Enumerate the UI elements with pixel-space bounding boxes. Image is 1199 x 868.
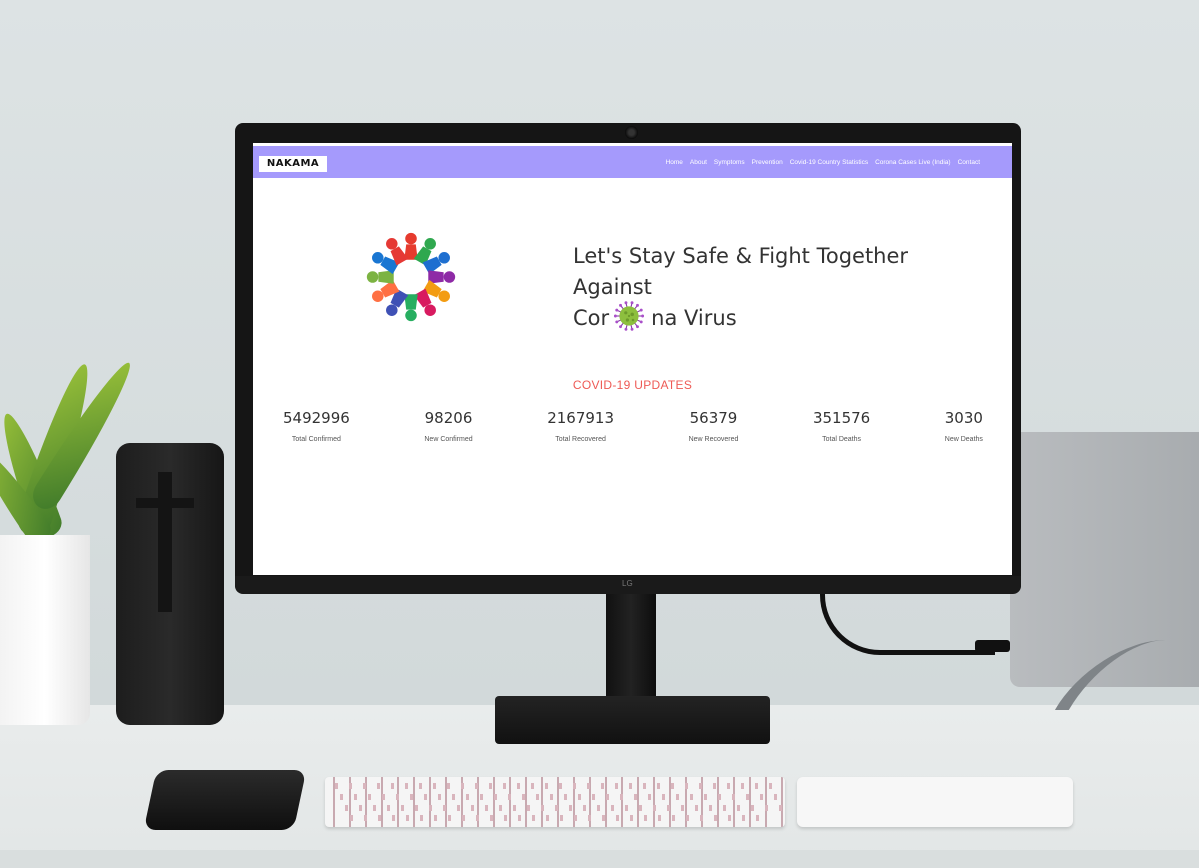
nav-link-prevention[interactable]: Prevention [752, 159, 783, 166]
keyboard-keys [345, 805, 785, 811]
nav-link-corona-cases-india[interactable]: Corona Cases Live (India) [875, 159, 951, 166]
stat-new-confirmed: 98206 New Confirmed [424, 409, 472, 443]
virus-spike-tip [615, 320, 619, 324]
smartphone [143, 770, 307, 830]
hero-title-suffix: na Virus [651, 306, 737, 330]
hero-title-prefix: Cor [573, 306, 610, 330]
stat-value: 56379 [689, 409, 738, 427]
stat-label: Total Recovered [555, 436, 606, 443]
monitor-stand [606, 590, 656, 710]
trackpad [797, 777, 1073, 827]
person-head [366, 271, 379, 283]
stat-total-confirmed: 5492996 Total Confirmed [283, 409, 350, 443]
speaker-plus-icon [136, 498, 194, 508]
desk-edge [0, 850, 1199, 868]
hero-title-line1: Let's Stay Safe & Fight Together Against [573, 244, 909, 299]
virus-spike-tip [641, 314, 645, 318]
person-head [372, 290, 384, 302]
stats-row: 5492996 Total Confirmed 98206 New Confir… [283, 409, 983, 443]
stat-new-deaths: 3030 New Deaths [945, 409, 983, 443]
stat-value: 2167913 [547, 409, 614, 427]
nav-link-symptoms[interactable]: Symptoms [714, 159, 745, 166]
nav-links: Home About Symptoms Prevention Covid-19 … [666, 146, 980, 178]
person-head [372, 252, 384, 264]
plant-pot [0, 535, 90, 725]
cable [820, 590, 995, 655]
covid-updates-heading: COVID-19 UPDATES [572, 378, 693, 392]
scene: LG NAKAMA Home About Symptoms Prevention… [0, 0, 1199, 868]
virus-spike-tip [624, 327, 628, 331]
virus-spike-tip [639, 320, 643, 324]
person-head [424, 238, 436, 250]
virus-spike-tip [614, 314, 617, 318]
stat-value: 98206 [424, 409, 473, 427]
stat-total-recovered: 2167913 Total Recovered [547, 409, 614, 443]
hero-title: Let's Stay Safe & Fight Together Against… [573, 241, 993, 334]
brand-logo[interactable]: NAKAMA [259, 156, 327, 172]
speaker-plus-icon [158, 472, 172, 612]
person-head [424, 304, 436, 316]
virus-spike-tip [636, 325, 640, 329]
person-head [405, 309, 417, 322]
person-head [386, 304, 398, 316]
stat-value: 351576 [812, 409, 871, 427]
website-screen: NAKAMA Home About Symptoms Prevention Co… [253, 143, 1012, 575]
keyboard-keys [335, 783, 775, 789]
person-head [443, 271, 456, 283]
stat-total-deaths: 351576 Total Deaths [813, 409, 870, 443]
cable-plug [975, 640, 1010, 652]
virus-spike-tip [619, 303, 623, 307]
virus-spike-tip [615, 308, 619, 312]
stat-new-recovered: 56379 New Recovered [689, 409, 739, 443]
nav-link-contact[interactable]: Contact [958, 159, 980, 166]
people-circle-icon [366, 232, 456, 322]
keyboard-keys [350, 815, 770, 821]
virus-icon [614, 301, 645, 331]
person-head [386, 238, 398, 250]
virus-spike-tip [630, 301, 634, 305]
stat-value: 3030 [944, 409, 983, 427]
virus-spike-tip [639, 308, 643, 312]
person-head [405, 232, 417, 245]
stat-label: Total Deaths [822, 436, 862, 443]
nav-link-country-statistics[interactable]: Covid-19 Country Statistics [790, 159, 868, 166]
nav-link-about[interactable]: About [690, 159, 707, 166]
nav-link-home[interactable]: Home [666, 159, 683, 166]
keyboard-keys [340, 794, 780, 800]
virus-spike-tip [636, 303, 640, 307]
stat-label: New Deaths [944, 436, 983, 443]
stat-label: New Confirmed [424, 436, 473, 443]
person-head [438, 290, 450, 302]
virus-spike-tip [630, 327, 634, 331]
monitor-base [495, 696, 770, 744]
webcam-icon [625, 126, 638, 139]
virus-spike-tip [624, 301, 628, 305]
navbar: NAKAMA Home About Symptoms Prevention Co… [253, 146, 1012, 178]
monitor-logo: LG [622, 579, 633, 588]
person-head [438, 252, 450, 264]
stat-value: 5492996 [283, 409, 350, 427]
stat-label: New Recovered [688, 436, 739, 443]
stat-label: Total Confirmed [291, 436, 341, 443]
virus-spike-tip [619, 325, 623, 329]
